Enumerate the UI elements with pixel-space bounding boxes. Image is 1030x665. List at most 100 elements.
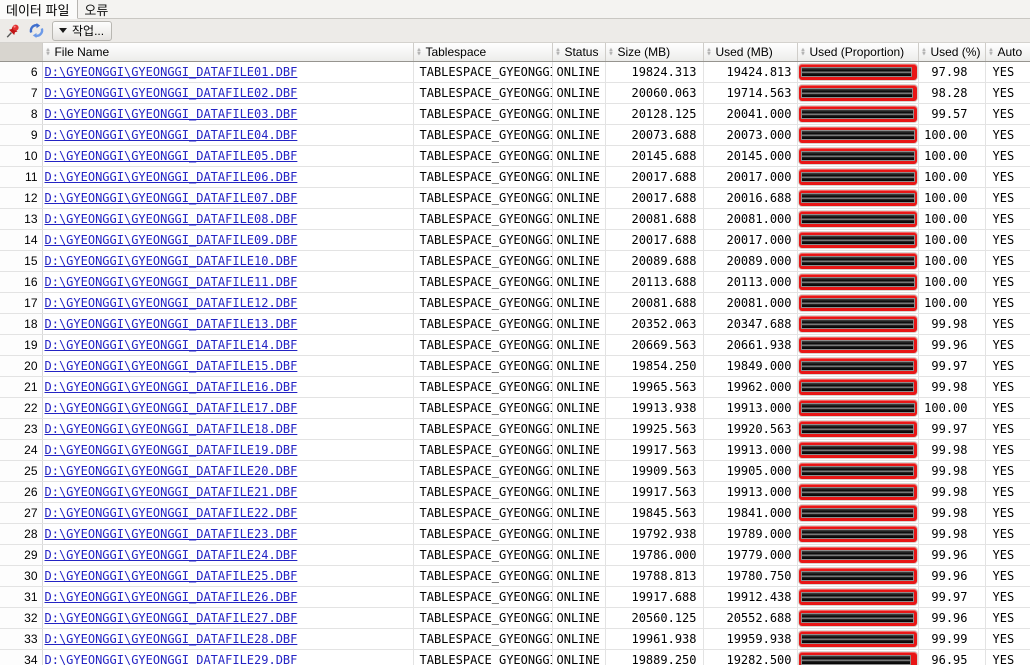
column-header-tablespace[interactable]: ▲ ▼ Tablespace	[413, 43, 553, 62]
file-name-link[interactable]: D:\GYEONGGI\GYEONGGI_DATAFILE08.DBF	[45, 212, 298, 226]
file-name-link[interactable]: D:\GYEONGGI\GYEONGGI_DATAFILE01.DBF	[45, 65, 298, 79]
file-name-link[interactable]: D:\GYEONGGI\GYEONGGI_DATAFILE11.DBF	[45, 275, 298, 289]
file-name-link[interactable]: D:\GYEONGGI\GYEONGGI_DATAFILE29.DBF	[45, 653, 298, 665]
table-row[interactable]: 11 D:\GYEONGGI\GYEONGGI_DATAFILE06.DBF TAB…	[0, 166, 1030, 188]
file-name-link[interactable]: D:\GYEONGGI\GYEONGGI_DATAFILE16.DBF	[45, 380, 298, 394]
file-name-link[interactable]: D:\GYEONGGI\GYEONGGI_DATAFILE03.DBF	[45, 107, 298, 121]
file-name-link[interactable]: D:\GYEONGGI\GYEONGGI_DATAFILE06.DBF	[45, 170, 298, 184]
sort-icon[interactable]: ▲ ▼	[555, 47, 562, 56]
row-number-cell[interactable]: 19	[0, 334, 43, 356]
file-name-link[interactable]: D:\GYEONGGI\GYEONGGI_DATAFILE12.DBF	[45, 296, 298, 310]
table-row[interactable]: 16 D:\GYEONGGI\GYEONGGI_DATAFILE11.DBF TAB…	[0, 271, 1030, 293]
row-number-cell[interactable]: 22	[0, 397, 43, 419]
table-row[interactable]: 10 D:\GYEONGGI\GYEONGGI_DATAFILE05.DBF TAB…	[0, 145, 1030, 167]
file-name-link[interactable]: D:\GYEONGGI\GYEONGGI_DATAFILE02.DBF	[45, 86, 298, 100]
tab-data-files[interactable]: 데이터 파일	[0, 0, 79, 19]
table-row[interactable]: 25 D:\GYEONGGI\GYEONGGI_DATAFILE20.DBF TAB…	[0, 460, 1030, 482]
sort-icon[interactable]: ▲ ▼	[921, 47, 928, 56]
file-name-link[interactable]: D:\GYEONGGI\GYEONGGI_DATAFILE21.DBF	[45, 485, 298, 499]
row-number-cell[interactable]: 7	[0, 82, 43, 104]
row-number-cell[interactable]: 34	[0, 649, 43, 665]
refresh-icon[interactable]	[27, 22, 45, 40]
table-row[interactable]: 7 D:\GYEONGGI\GYEONGGI_DATAFILE02.DBF TABL…	[0, 82, 1030, 104]
row-number-cell[interactable]: 6	[0, 61, 43, 83]
sort-icon[interactable]: ▲ ▼	[45, 47, 52, 56]
column-header-file-name[interactable]: ▲ ▼ File Name	[42, 43, 414, 62]
file-name-link[interactable]: D:\GYEONGGI\GYEONGGI_DATAFILE13.DBF	[45, 317, 298, 331]
sort-icon[interactable]: ▲ ▼	[706, 47, 713, 56]
row-number-cell[interactable]: 24	[0, 439, 43, 461]
file-name-link[interactable]: D:\GYEONGGI\GYEONGGI_DATAFILE28.DBF	[45, 632, 298, 646]
table-row[interactable]: 27 D:\GYEONGGI\GYEONGGI_DATAFILE22.DBF TAB…	[0, 502, 1030, 524]
file-name-link[interactable]: D:\GYEONGGI\GYEONGGI_DATAFILE24.DBF	[45, 548, 298, 562]
table-row[interactable]: 31 D:\GYEONGGI\GYEONGGI_DATAFILE26.DBF TAB…	[0, 586, 1030, 608]
file-name-link[interactable]: D:\GYEONGGI\GYEONGGI_DATAFILE20.DBF	[45, 464, 298, 478]
row-number-cell[interactable]: 28	[0, 523, 43, 545]
row-number-cell[interactable]: 33	[0, 628, 43, 650]
file-name-link[interactable]: D:\GYEONGGI\GYEONGGI_DATAFILE18.DBF	[45, 422, 298, 436]
file-name-link[interactable]: D:\GYEONGGI\GYEONGGI_DATAFILE05.DBF	[45, 149, 298, 163]
row-number-cell[interactable]: 11	[0, 166, 43, 188]
row-number-cell[interactable]: 21	[0, 376, 43, 398]
row-number-cell[interactable]: 26	[0, 481, 43, 503]
row-number-cell[interactable]: 18	[0, 313, 43, 335]
actions-button[interactable]: 작업...	[52, 20, 113, 41]
row-number-cell[interactable]: 13	[0, 208, 43, 230]
row-number-cell[interactable]: 8	[0, 103, 43, 125]
table-row[interactable]: 17 D:\GYEONGGI\GYEONGGI_DATAFILE12.DBF TAB…	[0, 292, 1030, 314]
file-name-link[interactable]: D:\GYEONGGI\GYEONGGI_DATAFILE27.DBF	[45, 611, 298, 625]
sort-icon[interactable]: ▲ ▼	[988, 47, 995, 56]
row-number-cell[interactable]: 9	[0, 124, 43, 146]
sort-icon[interactable]: ▲ ▼	[800, 47, 807, 56]
file-name-link[interactable]: D:\GYEONGGI\GYEONGGI_DATAFILE15.DBF	[45, 359, 298, 373]
file-name-link[interactable]: D:\GYEONGGI\GYEONGGI_DATAFILE25.DBF	[45, 569, 298, 583]
table-row[interactable]: 15 D:\GYEONGGI\GYEONGGI_DATAFILE10.DBF TAB…	[0, 250, 1030, 272]
column-header-auto[interactable]: ▲ ▼ Auto	[985, 43, 1030, 62]
file-name-link[interactable]: D:\GYEONGGI\GYEONGGI_DATAFILE26.DBF	[45, 590, 298, 604]
table-row[interactable]: 26 D:\GYEONGGI\GYEONGGI_DATAFILE21.DBF TAB…	[0, 481, 1030, 503]
pushpin-icon[interactable]	[4, 22, 22, 40]
row-number-cell[interactable]: 14	[0, 229, 43, 251]
table-row[interactable]: 28 D:\GYEONGGI\GYEONGGI_DATAFILE23.DBF TAB…	[0, 523, 1030, 545]
table-row[interactable]: 22 D:\GYEONGGI\GYEONGGI_DATAFILE17.DBF TAB…	[0, 397, 1030, 419]
column-header-used-proportion[interactable]: ▲ ▼ Used (Proportion)	[797, 43, 919, 62]
table-row[interactable]: 32 D:\GYEONGGI\GYEONGGI_DATAFILE27.DBF TAB…	[0, 607, 1030, 629]
tab-errors[interactable]: 오류	[78, 0, 116, 18]
row-number-cell[interactable]: 30	[0, 565, 43, 587]
file-name-link[interactable]: D:\GYEONGGI\GYEONGGI_DATAFILE10.DBF	[45, 254, 298, 268]
table-row[interactable]: 23 D:\GYEONGGI\GYEONGGI_DATAFILE18.DBF TAB…	[0, 418, 1030, 440]
file-name-link[interactable]: D:\GYEONGGI\GYEONGGI_DATAFILE17.DBF	[45, 401, 298, 415]
table-row[interactable]: 24 D:\GYEONGGI\GYEONGGI_DATAFILE19.DBF TAB…	[0, 439, 1030, 461]
table-row[interactable]: 33 D:\GYEONGGI\GYEONGGI_DATAFILE28.DBF TAB…	[0, 628, 1030, 650]
column-header-status[interactable]: ▲ ▼ Status	[552, 43, 606, 62]
row-number-cell[interactable]: 27	[0, 502, 43, 524]
row-number-cell[interactable]: 15	[0, 250, 43, 272]
table-row[interactable]: 13 D:\GYEONGGI\GYEONGGI_DATAFILE08.DBF TAB…	[0, 208, 1030, 230]
row-number-cell[interactable]: 31	[0, 586, 43, 608]
table-row[interactable]: 20 D:\GYEONGGI\GYEONGGI_DATAFILE15.DBF TAB…	[0, 355, 1030, 377]
table-row[interactable]: 12 D:\GYEONGGI\GYEONGGI_DATAFILE07.DBF TAB…	[0, 187, 1030, 209]
file-name-link[interactable]: D:\GYEONGGI\GYEONGGI_DATAFILE19.DBF	[45, 443, 298, 457]
row-number-cell[interactable]: 17	[0, 292, 43, 314]
sort-icon[interactable]: ▲ ▼	[416, 47, 423, 56]
table-row[interactable]: 8 D:\GYEONGGI\GYEONGGI_DATAFILE03.DBF TABL…	[0, 103, 1030, 125]
file-name-link[interactable]: D:\GYEONGGI\GYEONGGI_DATAFILE04.DBF	[45, 128, 298, 142]
table-row[interactable]: 19 D:\GYEONGGI\GYEONGGI_DATAFILE14.DBF TAB…	[0, 334, 1030, 356]
column-header-used-mb[interactable]: ▲ ▼ Used (MB)	[703, 43, 798, 62]
table-row[interactable]: 29 D:\GYEONGGI\GYEONGGI_DATAFILE24.DBF TAB…	[0, 544, 1030, 566]
file-name-link[interactable]: D:\GYEONGGI\GYEONGGI_DATAFILE23.DBF	[45, 527, 298, 541]
table-row[interactable]: 14 D:\GYEONGGI\GYEONGGI_DATAFILE09.DBF TAB…	[0, 229, 1030, 251]
row-number-cell[interactable]: 20	[0, 355, 43, 377]
row-number-cell[interactable]: 29	[0, 544, 43, 566]
row-number-cell[interactable]: 10	[0, 145, 43, 167]
file-name-link[interactable]: D:\GYEONGGI\GYEONGGI_DATAFILE07.DBF	[45, 191, 298, 205]
sort-icon[interactable]: ▲ ▼	[608, 47, 615, 56]
row-number-cell[interactable]: 16	[0, 271, 43, 293]
file-name-link[interactable]: D:\GYEONGGI\GYEONGGI_DATAFILE14.DBF	[45, 338, 298, 352]
column-header-used-percent[interactable]: ▲ ▼ Used (%)	[918, 43, 986, 62]
column-header-size-mb[interactable]: ▲ ▼ Size (MB)	[605, 43, 704, 62]
row-number-cell[interactable]: 12	[0, 187, 43, 209]
row-number-cell[interactable]: 25	[0, 460, 43, 482]
table-row[interactable]: 34 D:\GYEONGGI\GYEONGGI_DATAFILE29.DBF TAB…	[0, 649, 1030, 665]
table-row[interactable]: 6 D:\GYEONGGI\GYEONGGI_DATAFILE01.DBF TABL…	[0, 61, 1030, 83]
